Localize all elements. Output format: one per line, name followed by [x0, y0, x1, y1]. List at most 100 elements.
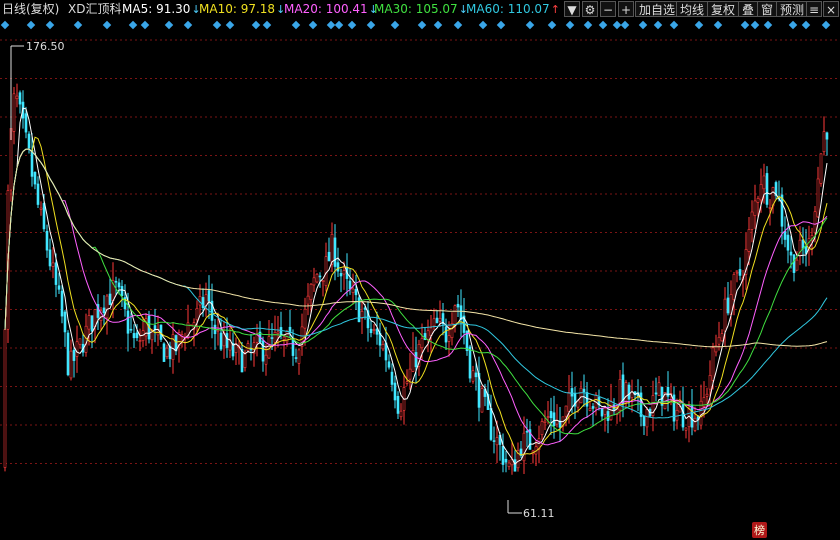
candle-body	[426, 330, 430, 340]
candle-body	[78, 338, 82, 345]
event-diamond-icon	[417, 20, 427, 30]
candle-body	[813, 211, 817, 234]
close-icon[interactable]: ×	[823, 1, 839, 17]
candle-body	[27, 133, 31, 149]
event-diamond-icon	[26, 20, 36, 30]
candle-body	[600, 407, 604, 417]
ma60-value: 110.07	[507, 2, 550, 16]
candle-body	[90, 315, 94, 332]
candle-body	[675, 410, 679, 421]
candle-body	[369, 328, 373, 334]
candle-body	[750, 211, 754, 230]
candle-body	[783, 231, 787, 240]
candle-body	[420, 338, 424, 349]
window-button[interactable]: 窗	[757, 1, 778, 17]
candle-body	[666, 386, 670, 397]
candle-body	[684, 427, 688, 431]
indicator-header: 日线(复权) XD汇顶科 MA5: 91.30↓ MA10: 97.18↓ MA…	[0, 0, 840, 18]
bottom-marker-q[interactable]: q	[164, 525, 172, 538]
event-diamond-icon	[453, 20, 463, 30]
candle-body	[501, 445, 505, 465]
ma5-label: MA5:	[122, 2, 153, 16]
candle-body	[489, 408, 493, 440]
candle-body	[333, 237, 337, 267]
bottom-marker-l[interactable]: L	[292, 525, 299, 538]
candle-body	[87, 315, 91, 330]
event-diamond-icon	[291, 20, 301, 30]
event-diamond-icon	[347, 20, 357, 30]
candle-body	[42, 203, 46, 230]
candle-body	[639, 392, 643, 417]
candle-body	[132, 333, 136, 339]
ma10-readout: MA10: 97.18↓	[199, 0, 285, 19]
candle-body	[480, 388, 484, 413]
candle-body	[657, 382, 661, 396]
event-diamond-icon	[547, 20, 557, 30]
candle-body	[726, 297, 730, 314]
period-label[interactable]: 日线(复权)	[2, 0, 59, 18]
settings-icon[interactable]: ⚙	[582, 1, 598, 17]
candle-body	[261, 340, 265, 362]
forecast-button[interactable]: 预测	[776, 1, 809, 17]
candle-body	[711, 347, 715, 381]
candle-body	[708, 375, 712, 390]
candle-body	[399, 410, 403, 418]
candle-body	[717, 336, 721, 345]
event-markers[interactable]	[0, 20, 831, 30]
bottom-marker-l[interactable]: L	[544, 525, 551, 538]
candle-body	[468, 346, 472, 379]
candle-body	[375, 328, 379, 335]
event-diamond-icon	[433, 20, 443, 30]
candle-body	[162, 343, 166, 362]
candle-body	[63, 311, 67, 333]
plus-icon[interactable]: +	[618, 1, 634, 17]
add-watchlist-button[interactable]: 加自选	[635, 1, 680, 17]
candle-body	[723, 298, 727, 332]
event-diamond-icon	[128, 20, 138, 30]
event-diamond-icon	[334, 20, 344, 30]
event-diamond-icon	[565, 20, 575, 30]
event-diamond-icon	[308, 20, 318, 30]
candle-body	[585, 392, 589, 407]
candle-body	[126, 310, 130, 334]
event-diamond-icon	[612, 20, 622, 30]
max-price-label: 176.50	[26, 40, 65, 53]
adjust-button[interactable]: 复权	[707, 1, 740, 17]
candle-body	[48, 249, 52, 267]
bottom-marker-bang[interactable]: 榜	[752, 522, 767, 538]
candle-body	[138, 340, 142, 342]
minus-icon[interactable]: −	[600, 1, 616, 17]
remove-down-icon[interactable]: ▼	[564, 1, 580, 17]
candle-body	[747, 229, 751, 252]
bottom-marker-q[interactable]: q	[820, 525, 828, 538]
menu-icon[interactable]: ≡	[806, 1, 822, 17]
candle-body	[354, 289, 358, 296]
candle-body	[735, 271, 739, 274]
candle-body	[324, 256, 328, 286]
candle-body	[759, 184, 763, 201]
candle-body	[33, 171, 37, 185]
candle-body	[114, 280, 118, 283]
event-diamond-icon	[183, 20, 193, 30]
candle-body	[540, 421, 544, 435]
candle-body	[453, 305, 457, 327]
kline-chart[interactable]: MA5MA10MA20MA30MA60MA250 176.5061.11	[0, 0, 840, 540]
overlay-button[interactable]: 叠	[738, 1, 759, 17]
event-diamond-icon	[620, 20, 630, 30]
ma10-value: 97.18	[240, 2, 276, 16]
candle-body	[405, 381, 409, 384]
candle-body	[768, 207, 772, 209]
bottom-marker-q[interactable]: q	[516, 525, 524, 538]
candlesticks[interactable]	[3, 83, 829, 475]
event-diamond-icon	[713, 20, 723, 30]
candle-body	[264, 354, 268, 365]
ma-lines-button[interactable]: 均线	[676, 1, 709, 17]
event-diamond-icon	[73, 20, 83, 30]
candle-body	[414, 352, 418, 368]
candle-body	[471, 370, 475, 382]
candle-body	[570, 388, 574, 397]
candle-body	[522, 432, 526, 462]
event-diamond-icon	[212, 20, 222, 30]
candle-body	[459, 305, 463, 320]
candle-body	[66, 332, 70, 376]
